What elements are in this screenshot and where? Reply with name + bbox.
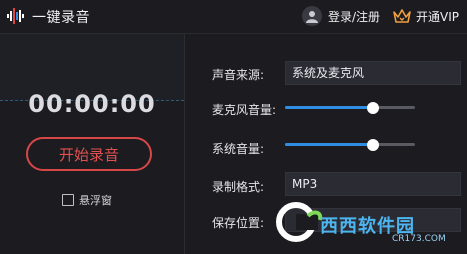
slider-fill bbox=[285, 143, 373, 146]
recording-timer: 00:00:00 bbox=[28, 90, 156, 118]
checkbox-box[interactable] bbox=[62, 194, 74, 206]
sound-source-label: 声音来源: bbox=[212, 68, 265, 82]
open-vip-label: 开通VIP bbox=[416, 9, 459, 24]
panel-divider bbox=[184, 34, 185, 254]
login-register-label: 登录/注册 bbox=[328, 9, 381, 24]
float-window-label: 悬浮窗 bbox=[79, 194, 112, 207]
app-window: 一键录音 登录/注册 开通VIP 00:00:00 开始录音 悬浮窗 声音来源:… bbox=[0, 0, 467, 254]
login-register-button[interactable]: 登录/注册 bbox=[302, 5, 380, 27]
crown-icon bbox=[393, 9, 411, 23]
sound-source-select[interactable]: 系统及麦克风 bbox=[285, 61, 461, 85]
user-avatar-icon bbox=[302, 6, 322, 26]
slider-knob[interactable] bbox=[367, 139, 379, 151]
save-location-label: 保存位置: bbox=[212, 216, 265, 230]
mic-volume-label: 麦克风音量: bbox=[212, 103, 277, 117]
system-volume-slider[interactable] bbox=[285, 139, 415, 151]
slider-fill bbox=[285, 106, 373, 109]
app-logo-icon bbox=[7, 8, 24, 24]
open-vip-button[interactable]: 开通VIP bbox=[393, 5, 459, 27]
float-window-checkbox[interactable]: 悬浮窗 bbox=[62, 192, 112, 208]
system-volume-label: 系统音量: bbox=[212, 142, 265, 156]
watermark-domain: CR173.COM bbox=[392, 234, 446, 244]
record-format-select[interactable]: MP3 bbox=[285, 172, 461, 196]
title-bar: 一键录音 登录/注册 开通VIP bbox=[0, 0, 467, 34]
app-title: 一键录音 bbox=[32, 10, 90, 26]
slider-knob[interactable] bbox=[367, 102, 379, 114]
start-recording-button[interactable]: 开始录音 bbox=[26, 137, 152, 171]
record-format-label: 录制格式: bbox=[212, 180, 265, 194]
mic-volume-slider[interactable] bbox=[285, 102, 415, 114]
